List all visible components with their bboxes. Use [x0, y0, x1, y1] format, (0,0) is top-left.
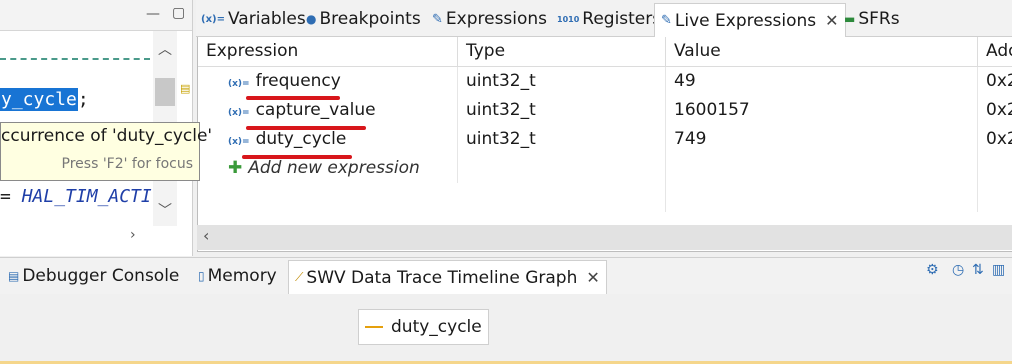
adjust-y-axis-icon[interactable]: ⇅: [972, 262, 984, 278]
code-identifier: HAL_TIM_ACTI: [21, 186, 152, 207]
expression-variable-icon: (x)=: [228, 79, 250, 89]
tooltip-hint: Press 'F2' for focus: [61, 156, 193, 172]
type-cell: uint32_t: [458, 67, 666, 96]
expression-variable-icon: (x)=: [228, 137, 250, 147]
tab-label: Debugger Console: [22, 266, 180, 286]
address-cell: 0x2: [986, 129, 1012, 149]
tab-breakpoints[interactable]: ● Breakpoints: [306, 6, 421, 32]
scroll-right-icon[interactable]: ›: [130, 227, 136, 243]
column-header-expression[interactable]: Expression: [198, 37, 458, 67]
start-trace-icon[interactable]: ◷: [952, 262, 964, 278]
tab-live-expressions[interactable]: ✎ Live Expressions ✕: [654, 3, 846, 37]
maximize-icon[interactable]: ▢: [172, 5, 185, 21]
add-icon: ✚: [228, 158, 243, 178]
column-header-type[interactable]: Type: [458, 37, 666, 67]
expression-cell[interactable]: (x)= duty_cycle: [198, 125, 458, 154]
table-row[interactable]: (x)= frequency uint32_t 49 0x2: [198, 67, 1012, 96]
selected-identifier: y_cycle: [0, 88, 78, 111]
empty-row: [198, 183, 1012, 212]
assignment-operator: =: [0, 186, 22, 207]
configure-trace-icon[interactable]: ⚙: [926, 262, 939, 278]
debug-views-tabbar: (x)= Variables ● Breakpoints ✎ Expressio…: [196, 0, 1012, 37]
close-icon[interactable]: ✕: [825, 11, 838, 30]
tab-swv-timeline-graph[interactable]: ⟋ SWV Data Trace Timeline Graph ✕: [288, 260, 607, 294]
expression-name: frequency: [255, 71, 341, 91]
tab-label: Live Expressions: [674, 10, 817, 31]
value-cell[interactable]: 749: [666, 125, 978, 154]
expression-cell[interactable]: (x)= capture_value: [198, 96, 458, 125]
tab-registers[interactable]: 1010 Registers: [557, 6, 661, 32]
fold-marker-icon[interactable]: ▤: [180, 82, 190, 95]
tab-label: Breakpoints: [319, 9, 421, 29]
legend-line-swatch: [365, 326, 383, 328]
expressions-icon: ✎: [432, 11, 443, 27]
empty-cell: [458, 183, 666, 212]
add-new-label: Add new expression: [248, 158, 420, 178]
tab-label: Expressions: [445, 9, 548, 29]
expression-cell[interactable]: (x)= frequency: [198, 67, 458, 96]
expression-name: duty_cycle: [255, 129, 347, 149]
code-semicolon: ;: [77, 89, 89, 110]
table-row[interactable]: (x)= duty_cycle uint32_t 749 0x2: [198, 125, 1012, 154]
type-cell: uint32_t: [458, 96, 666, 125]
memory-icon: ▯: [198, 269, 205, 283]
editor-toolbar: — ▢: [0, 0, 192, 31]
graph-settings-icon[interactable]: ▥: [992, 262, 1005, 278]
expression-name: capture_value: [255, 100, 376, 120]
address-cell: 0x2: [986, 100, 1012, 120]
sfrs-icon: ▬: [844, 12, 856, 26]
scroll-left-icon[interactable]: ‹: [203, 226, 209, 245]
graph-icon: ⟋: [295, 270, 304, 284]
legend-series-label: duty_cycle: [391, 317, 482, 337]
timeline-graph-area: [0, 294, 1012, 364]
bottom-tabbar: ▤ Debugger Console ▯ Memory ⟋ SWV Data T…: [0, 257, 1012, 295]
empty-cell: [458, 154, 666, 183]
rename-tooltip: ccurrence of 'duty_cycle' Press 'F2' for…: [0, 122, 212, 181]
close-icon[interactable]: ✕: [586, 268, 599, 287]
tab-debugger-console[interactable]: ▤ Debugger Console: [8, 263, 179, 289]
expression-variable-icon: (x)=: [228, 108, 250, 118]
address-cell: 0x2: [986, 71, 1012, 91]
tooltip-text: ccurrence of 'duty_cycle': [1, 126, 213, 146]
value-cell[interactable]: 1600157: [666, 96, 978, 125]
code-line-assignment[interactable]: = HAL_TIM_ACTI: [0, 186, 152, 207]
add-expression-row[interactable]: ✚ Add new expression: [198, 154, 1012, 183]
live-expressions-icon: ✎: [661, 13, 672, 28]
tab-variables[interactable]: (x)= Variables: [201, 6, 306, 32]
empty-cell: [666, 154, 978, 183]
graph-legend: duty_cycle: [358, 309, 489, 345]
type-cell: uint32_t: [458, 125, 666, 154]
editor-scroll-thumb[interactable]: [155, 78, 175, 106]
value-cell[interactable]: 49: [666, 67, 978, 96]
scroll-down-icon[interactable]: ﹀: [158, 200, 172, 220]
minimize-icon[interactable]: —: [146, 6, 160, 22]
add-new-expression[interactable]: ✚ Add new expression: [198, 154, 458, 183]
tab-label: SWV Data Trace Timeline Graph: [306, 267, 578, 288]
code-comment-separator: [0, 58, 150, 60]
table-horizontal-scrollbar[interactable]: [197, 225, 1012, 250]
tab-label: Memory: [207, 266, 277, 286]
variables-icon: (x)=: [201, 13, 225, 25]
table-row[interactable]: (x)= capture_value uint32_t 1600157 0x2: [198, 96, 1012, 125]
empty-cell: [666, 183, 978, 212]
registers-icon: 1010: [557, 14, 580, 24]
tab-expressions[interactable]: ✎ Expressions: [432, 6, 547, 32]
live-expressions-table: Expression Type Value Ado (x)= frequency …: [197, 37, 1012, 252]
breakpoints-icon: ●: [306, 12, 317, 26]
tab-memory[interactable]: ▯ Memory: [198, 263, 277, 289]
tab-label: Registers: [582, 9, 662, 29]
console-icon: ▤: [8, 269, 20, 283]
column-header-value[interactable]: Value: [666, 37, 978, 67]
tab-label: Variables: [227, 9, 306, 29]
tab-label: SFRs: [858, 9, 900, 29]
code-line-selected[interactable]: y_cycle;: [0, 88, 89, 114]
scroll-up-icon[interactable]: ︿: [158, 39, 172, 59]
tab-sfrs[interactable]: ▬ SFRs: [844, 6, 900, 32]
column-header-address[interactable]: Ado: [978, 37, 1012, 67]
